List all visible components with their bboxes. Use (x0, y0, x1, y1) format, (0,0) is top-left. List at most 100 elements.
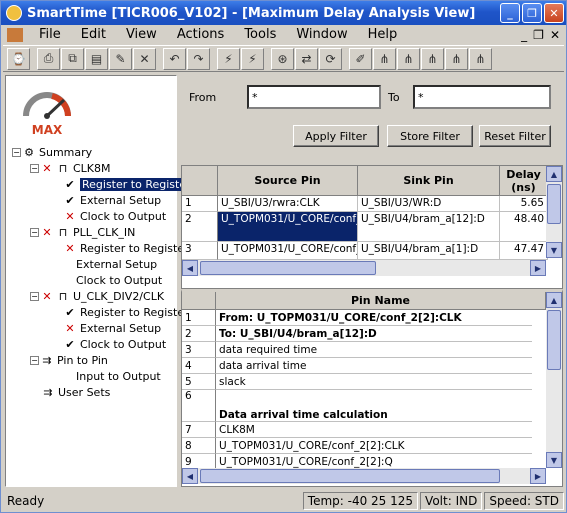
print-icon[interactable]: ⎙ (37, 47, 60, 70)
paste-icon[interactable]: ▤ (85, 47, 108, 70)
set-icon-3[interactable]: ⋔ (421, 47, 444, 70)
paths-row-number[interactable]: 1 (182, 196, 218, 212)
menu-edit[interactable]: Edit (71, 27, 116, 42)
scroll-thumb[interactable] (547, 310, 561, 370)
tree-pll-reg2reg[interactable]: ✕ Register to Register (64, 240, 188, 256)
tree-summary[interactable]: − ⚙ Summary (12, 144, 92, 160)
delay-header[interactable]: Delay (ns) (500, 166, 548, 196)
scroll-left-icon[interactable]: ◀ (182, 468, 198, 484)
scroll-thumb[interactable] (200, 261, 376, 275)
set-icon-5[interactable]: ⋔ (469, 47, 492, 70)
paths-row-sink[interactable]: U_SBI/U3/WR:D (358, 196, 500, 212)
pin-row[interactable]: 2 To: U_SBI/U4/bram_a[12]:D (182, 326, 532, 342)
paths-corner-header (182, 166, 218, 196)
paths-row-source-selected[interactable]: U_TOPM031/U_CORE/conf_2[2]:CLK (218, 212, 358, 242)
paths-row-number[interactable]: 2 (182, 212, 218, 242)
open-icon[interactable]: ⌚ (7, 47, 30, 70)
pin-row[interactable]: 3 data required time (182, 342, 532, 358)
scroll-right-icon[interactable]: ▶ (530, 260, 546, 276)
pin-row[interactable]: 1 From: U_TOPM031/U_CORE/conf_2[2]:CLK (182, 310, 532, 326)
restore-button[interactable]: ❐ (522, 3, 542, 23)
paths-row-number[interactable]: 3 (182, 242, 218, 260)
redo-icon[interactable]: ↷ (187, 47, 210, 70)
menu-help[interactable]: Help (358, 27, 408, 42)
pin-vscrollbar[interactable]: ▲ ▼ (546, 292, 562, 468)
constraint-icon[interactable]: ✐ (349, 47, 372, 70)
max-analysis-icon[interactable]: ⚡ (217, 47, 240, 70)
to-input[interactable] (413, 85, 551, 109)
apply-filter-button[interactable]: Apply Filter (293, 125, 379, 147)
menu-file[interactable]: File (29, 27, 71, 42)
mdi-minimize-icon[interactable]: _ (521, 28, 527, 42)
pin-name-header[interactable]: Pin Name (216, 292, 546, 310)
pin-row[interactable]: 7 CLK8M (182, 422, 532, 438)
scroll-thumb[interactable] (547, 184, 561, 224)
tree-div2[interactable]: − ✕ ⊓ U_CLK_DIV2/CLK (30, 288, 164, 304)
pin-hscrollbar[interactable]: ◀ ▶ (182, 468, 546, 484)
paths-vscrollbar[interactable]: ▲ ▼ (546, 166, 562, 258)
tree-input-to-output[interactable]: Input to Output (76, 368, 161, 384)
tree-div2-extsetup[interactable]: ✕ External Setup (64, 320, 161, 336)
pin-row[interactable]: 4 data arrival time (182, 358, 532, 374)
tree-pll[interactable]: − ✕ ⊓ PLL_CLK_IN (30, 224, 135, 240)
close-button[interactable]: ✕ (544, 3, 564, 23)
tree-clk8m-reg2reg[interactable]: ✔ Register to Register (64, 176, 193, 192)
path-icon[interactable]: ⇄ (295, 47, 318, 70)
undo-icon[interactable]: ↶ (163, 47, 186, 70)
summary-icon: ⚙ (24, 145, 34, 159)
copy-icon[interactable]: ⧉ (61, 47, 84, 70)
tree-clk8m-extsetup[interactable]: ✔ External Setup (64, 192, 161, 208)
menu-window[interactable]: Window (286, 27, 357, 42)
source-pin-header[interactable]: Source Pin (218, 166, 358, 196)
from-input[interactable] (247, 85, 381, 109)
set-icon-1[interactable]: ⋔ (373, 47, 396, 70)
pin-row[interactable]: 5 slack (182, 374, 532, 390)
scroll-right-icon[interactable]: ▶ (530, 468, 546, 484)
tree-user-sets[interactable]: ⇉ User Sets (42, 384, 110, 400)
refresh-icon[interactable]: ⟳ (319, 47, 342, 70)
scroll-up-icon[interactable]: ▲ (546, 166, 562, 182)
tree-div2-clk2out[interactable]: ✔ Clock to Output (64, 336, 166, 352)
tree-pll-clk2out[interactable]: Clock to Output (76, 272, 162, 288)
menu-tools[interactable]: Tools (234, 27, 286, 42)
scroll-thumb[interactable] (200, 469, 500, 483)
scroll-down-icon[interactable]: ▼ (546, 242, 562, 258)
pin-row[interactable]: 8 U_TOPM031/U_CORE/conf_2[2]:CLK (182, 438, 532, 454)
tree-pin-to-pin[interactable]: − ⇉ Pin to Pin (30, 352, 108, 368)
minimize-button[interactable]: _ (500, 3, 520, 23)
set-icon-2[interactable]: ⋔ (397, 47, 420, 70)
tree-pll-extsetup[interactable]: External Setup (76, 256, 157, 272)
app-icon (6, 5, 22, 21)
min-analysis-icon[interactable]: ⚡ (241, 47, 264, 70)
menu-actions[interactable]: Actions (167, 27, 235, 42)
store-filter-button[interactable]: Store Filter (387, 125, 473, 147)
pin-row[interactable]: 6 Data arrival time calculation (182, 390, 532, 422)
scroll-up-icon[interactable]: ▲ (546, 292, 562, 308)
tree-clk8m[interactable]: − ✕ ⊓ CLK8M (30, 160, 111, 176)
tree-div2-reg2reg[interactable]: ✔ Register to Register (64, 304, 188, 320)
scroll-down-icon[interactable]: ▼ (546, 452, 562, 468)
sink-pin-header[interactable]: Sink Pin (358, 166, 500, 196)
paths-row-source[interactable]: U_SBI/U3/rwra:CLK (218, 196, 358, 212)
clock-icon[interactable]: ⊛ (271, 47, 294, 70)
menu-view[interactable]: View (116, 27, 167, 42)
edit-icon[interactable]: ✎ (109, 47, 132, 70)
reset-filter-button[interactable]: Reset Filter (479, 125, 551, 147)
paths-row-delay[interactable]: 48.40 (500, 212, 548, 242)
paths-row-sink[interactable]: U_SBI/U4/bram_a[12]:D (358, 212, 500, 242)
paths-hscrollbar[interactable]: ◀ ▶ (182, 260, 546, 276)
document-icon[interactable] (7, 27, 23, 42)
paths-row-sink[interactable]: U_SBI/U4/bram_a[1]:D (358, 242, 500, 260)
user-sets-icon: ⇉ (43, 385, 53, 399)
paths-row-delay[interactable]: 47.47 (500, 242, 548, 260)
set-icon-4[interactable]: ⋔ (445, 47, 468, 70)
delete-icon[interactable]: ✕ (133, 47, 156, 70)
mdi-close-icon[interactable]: ✕ (550, 28, 560, 42)
mdi-restore-icon[interactable]: ❐ (533, 28, 544, 42)
analysis-pane: From To Apply Filter Store Filter Reset … (181, 75, 563, 487)
tree-clk8m-clk2out[interactable]: ✕ Clock to Output (64, 208, 166, 224)
paths-row-delay[interactable]: 5.65 (500, 196, 548, 212)
scroll-left-icon[interactable]: ◀ (182, 260, 198, 276)
paths-row-source[interactable]: U_TOPM031/U_CORE/conf_ (218, 242, 358, 260)
fail-icon: ✕ (65, 321, 75, 335)
